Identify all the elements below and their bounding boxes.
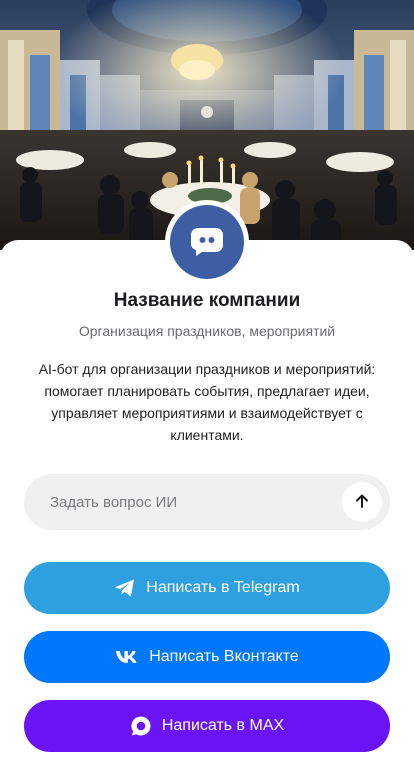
vk-button-label: Написать Вконтакте (149, 648, 299, 665)
vk-button[interactable]: Написать Вконтакте (24, 631, 390, 683)
max-icon (130, 715, 152, 737)
vk-icon (115, 650, 139, 664)
telegram-button[interactable]: Написать в Telegram (24, 562, 390, 614)
telegram-button-label: Написать в Telegram (146, 579, 300, 596)
max-button[interactable]: Написать в MAX (24, 700, 390, 752)
company-description: AI-бот для организации праздников и меро… (38, 361, 376, 443)
arrow-up-icon (354, 493, 370, 512)
telegram-icon (114, 578, 136, 598)
avatar (165, 200, 249, 284)
send-button[interactable] (342, 482, 382, 522)
ask-ai-bar (24, 474, 390, 530)
chat-bot-icon (190, 223, 224, 262)
max-button-label: Написать в MAX (161, 717, 285, 734)
company-category: Организация праздников, мероприятий (78, 323, 336, 339)
company-name: Название компании (113, 290, 301, 311)
ask-ai-input[interactable] (48, 492, 342, 512)
